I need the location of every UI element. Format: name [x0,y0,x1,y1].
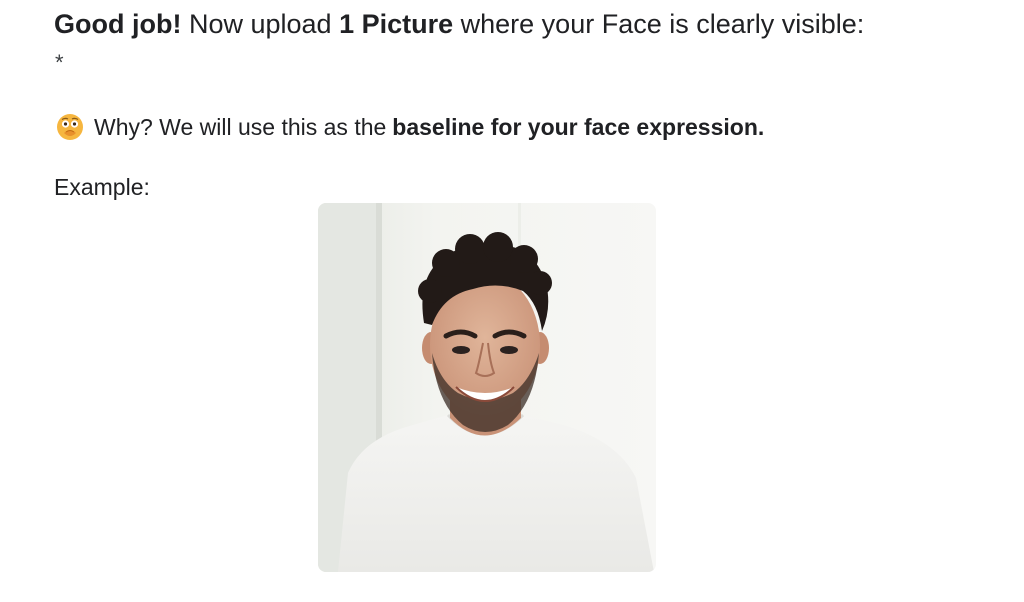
example-photo [318,203,656,572]
why-bold-text: baseline for your face expression. [392,114,765,140]
example-label: Example: [54,174,150,200]
question-title-bold-2: 1 Picture [339,9,454,39]
required-asterisk: * [55,50,64,75]
question-title-bold-1: Good job! [54,9,182,39]
question-title-text-1: Now upload [181,9,340,39]
face-emoji-icon [57,114,83,140]
question-title-text-2: where your Face is clearly visible: [453,9,865,39]
question-title: Good job! Now upload 1 Picture where you… [54,6,864,42]
why-description: Why? We will use this as the baseline fo… [56,111,764,143]
portrait-image [318,203,656,572]
why-text: Why? We will use this as the [94,114,387,140]
